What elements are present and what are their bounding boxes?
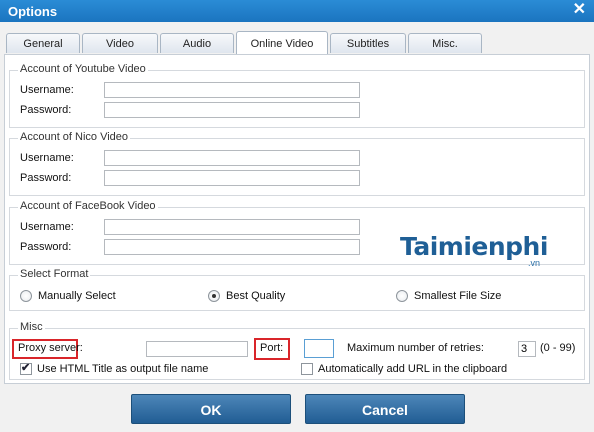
smallest-file-size-label[interactable]: Smallest File Size — [414, 290, 501, 302]
youtube-account-group: Account of Youtube Video Username: Passw… — [9, 63, 585, 128]
nico-group-legend: Account of Nico Video — [18, 131, 131, 143]
facebook-password-label: Password: — [20, 241, 72, 253]
auto-add-url-checkbox[interactable] — [301, 363, 313, 375]
title-bar: Options ✕ — [0, 0, 594, 22]
manually-select-radio[interactable] — [20, 290, 32, 302]
taimienphi-watermark-suffix: .vn — [528, 258, 541, 268]
facebook-username-label: Username: — [20, 221, 74, 233]
youtube-username-label: Username: — [20, 84, 74, 96]
nico-password-label: Password: — [20, 172, 72, 184]
port-label: Port: — [260, 342, 284, 354]
tab-audio[interactable]: Audio — [160, 33, 234, 53]
nico-username-input[interactable] — [104, 150, 360, 166]
facebook-group-legend: Account of FaceBook Video — [18, 200, 158, 212]
auto-add-url-label[interactable]: Automatically add URL in the clipboard — [318, 363, 507, 375]
youtube-group-legend: Account of Youtube Video — [18, 63, 148, 75]
tab-subtitles[interactable]: Subtitles — [330, 33, 406, 53]
nico-account-group: Account of Nico Video Username: Password… — [9, 131, 585, 196]
smallest-file-size-radio[interactable] — [396, 290, 408, 302]
manually-select-label[interactable]: Manually Select — [38, 290, 116, 302]
best-quality-radio[interactable] — [208, 290, 220, 302]
checkmark-icon: ✔ — [21, 362, 31, 374]
html-title-label[interactable]: Use HTML Title as output file name — [37, 363, 208, 375]
port-input[interactable] — [304, 339, 334, 358]
misc-group: Misc Proxy server: Port: Maximum number … — [9, 321, 585, 380]
select-format-group: Select Format Manually Select Best Quali… — [9, 268, 585, 311]
best-quality-label[interactable]: Best Quality — [226, 290, 285, 302]
youtube-password-input[interactable] — [104, 102, 360, 118]
retries-range-label: (0 - 99) — [540, 342, 576, 354]
proxy-server-label: Proxy server: — [18, 342, 83, 354]
youtube-username-input[interactable] — [104, 82, 360, 98]
tab-video[interactable]: Video — [82, 33, 158, 53]
tab-bar: General Video Audio Online Video Subtitl… — [0, 22, 594, 55]
tab-online-video[interactable]: Online Video — [236, 31, 328, 55]
select-format-legend: Select Format — [18, 268, 91, 280]
cancel-button[interactable]: Cancel — [305, 394, 465, 424]
window-title: Options — [8, 4, 58, 19]
misc-legend: Misc — [18, 321, 45, 333]
nico-username-label: Username: — [20, 152, 74, 164]
max-retries-label: Maximum number of retries: — [347, 342, 484, 354]
proxy-server-input[interactable] — [146, 341, 248, 357]
ok-button[interactable]: OK — [131, 394, 291, 424]
html-title-checkbox[interactable]: ✔ — [20, 362, 32, 375]
nico-password-input[interactable] — [104, 170, 360, 186]
max-retries-input[interactable] — [518, 341, 536, 357]
close-icon[interactable]: ✕ — [573, 1, 586, 19]
tab-content-online-video: Account of Youtube Video Username: Passw… — [4, 54, 590, 384]
tab-misc[interactable]: Misc. — [408, 33, 482, 53]
facebook-username-input[interactable] — [104, 219, 360, 235]
tab-general[interactable]: General — [6, 33, 80, 53]
youtube-password-label: Password: — [20, 104, 72, 116]
facebook-password-input[interactable] — [104, 239, 360, 255]
taimienphi-watermark: Taimienphi — [400, 232, 548, 261]
